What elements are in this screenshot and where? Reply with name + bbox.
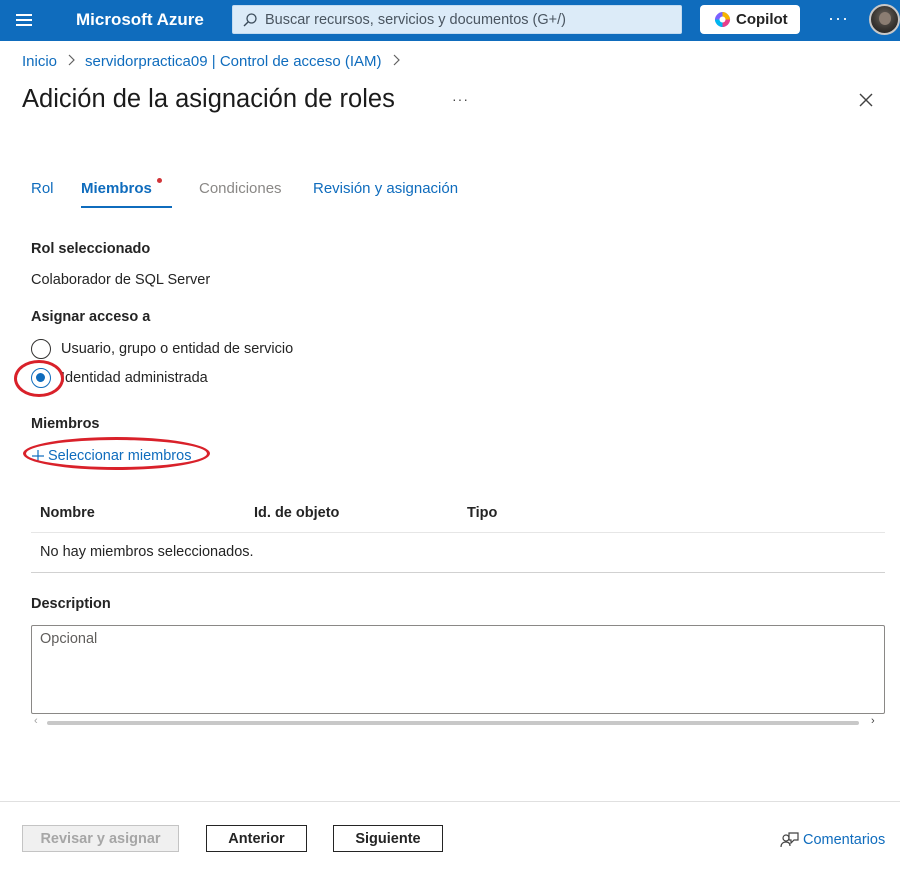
column-header-tipo: Tipo — [467, 505, 498, 521]
breadcrumb-separator-icon — [67, 54, 75, 69]
footer-divider — [0, 801, 900, 802]
next-button[interactable]: Siguiente — [333, 825, 443, 852]
review-assign-button[interactable]: Revisar y asignar — [22, 825, 179, 852]
global-search[interactable] — [232, 5, 682, 34]
assign-access-heading: Asignar acceso a — [31, 309, 151, 325]
table-header-row: Nombre Id. de objeto Tipo — [31, 497, 885, 533]
description-field[interactable] — [31, 625, 885, 714]
tab-revision-asignacion[interactable]: Revisión y asignación — [313, 180, 458, 197]
plus-icon — [32, 450, 44, 462]
radio-user-group-service-principal[interactable]: Usuario, grupo o entidad de servicio — [31, 339, 293, 359]
brand-title[interactable]: Microsoft Azure — [76, 10, 204, 30]
feedback-link[interactable]: Comentarios — [780, 830, 885, 850]
empty-table-message: No hay miembros seleccionados. — [40, 544, 254, 560]
selected-role-value: Colaborador de SQL Server — [31, 272, 211, 288]
column-header-nombre: Nombre — [40, 505, 95, 521]
breadcrumb-separator-icon — [392, 54, 400, 69]
scroll-right-icon[interactable]: › — [871, 715, 875, 727]
radio-unchecked[interactable] — [31, 339, 51, 359]
selected-role-heading: Rol seleccionado — [31, 241, 151, 257]
breadcrumb: Inicio servidorpractica09 | Control de a… — [22, 53, 410, 70]
feedback-icon — [780, 832, 799, 848]
radio-checked[interactable] — [31, 368, 51, 388]
close-icon[interactable] — [856, 90, 876, 110]
scroll-left-icon[interactable]: ‹ — [34, 715, 38, 727]
breadcrumb-resource-link[interactable]: servidorpractica09 | Control de acceso (… — [85, 53, 382, 70]
active-tab-indicator — [81, 206, 172, 208]
radio-managed-identity[interactable]: Identidad administrada — [31, 368, 208, 388]
column-header-id-objeto: Id. de objeto — [254, 505, 340, 521]
more-options-icon[interactable]: ··· — [828, 8, 849, 29]
tab-miembros[interactable]: Miembros — [81, 180, 152, 197]
previous-button[interactable]: Anterior — [206, 825, 307, 852]
select-members-link[interactable]: Seleccionar miembros — [31, 448, 191, 464]
tab-rol[interactable]: Rol — [31, 180, 54, 197]
copilot-icon — [714, 11, 731, 28]
tab-condiciones: Condiciones — [199, 180, 282, 197]
horizontal-scrollbar[interactable]: ‹ › — [31, 715, 885, 730]
copilot-label: Copilot — [736, 11, 788, 28]
search-input[interactable] — [265, 6, 675, 33]
scrollbar-thumb[interactable] — [47, 721, 859, 725]
top-bar: Microsoft Azure Copilot ··· — [0, 0, 900, 41]
search-icon — [243, 13, 257, 27]
page-more-options-icon[interactable]: ··· — [452, 91, 469, 107]
table-empty-row: No hay miembros seleccionados. — [31, 539, 885, 573]
hamburger-menu-icon[interactable] — [14, 11, 36, 29]
members-table: Nombre Id. de objeto Tipo No hay miembro… — [31, 497, 885, 573]
description-textarea[interactable] — [32, 626, 884, 713]
description-heading: Description — [31, 596, 111, 612]
feedback-label: Comentarios — [803, 832, 886, 848]
user-avatar[interactable] — [869, 4, 900, 35]
radio-label-user-group: Usuario, grupo o entidad de servicio — [61, 341, 294, 357]
breadcrumb-home-link[interactable]: Inicio — [22, 53, 57, 70]
copilot-button[interactable]: Copilot — [700, 5, 800, 34]
members-heading: Miembros — [31, 416, 100, 432]
radio-label-managed-identity: Identidad administrada — [61, 370, 208, 386]
required-indicator-dot — [157, 178, 162, 183]
page-title: Adición de la asignación de roles — [22, 85, 395, 113]
select-members-label: Seleccionar miembros — [48, 448, 192, 464]
